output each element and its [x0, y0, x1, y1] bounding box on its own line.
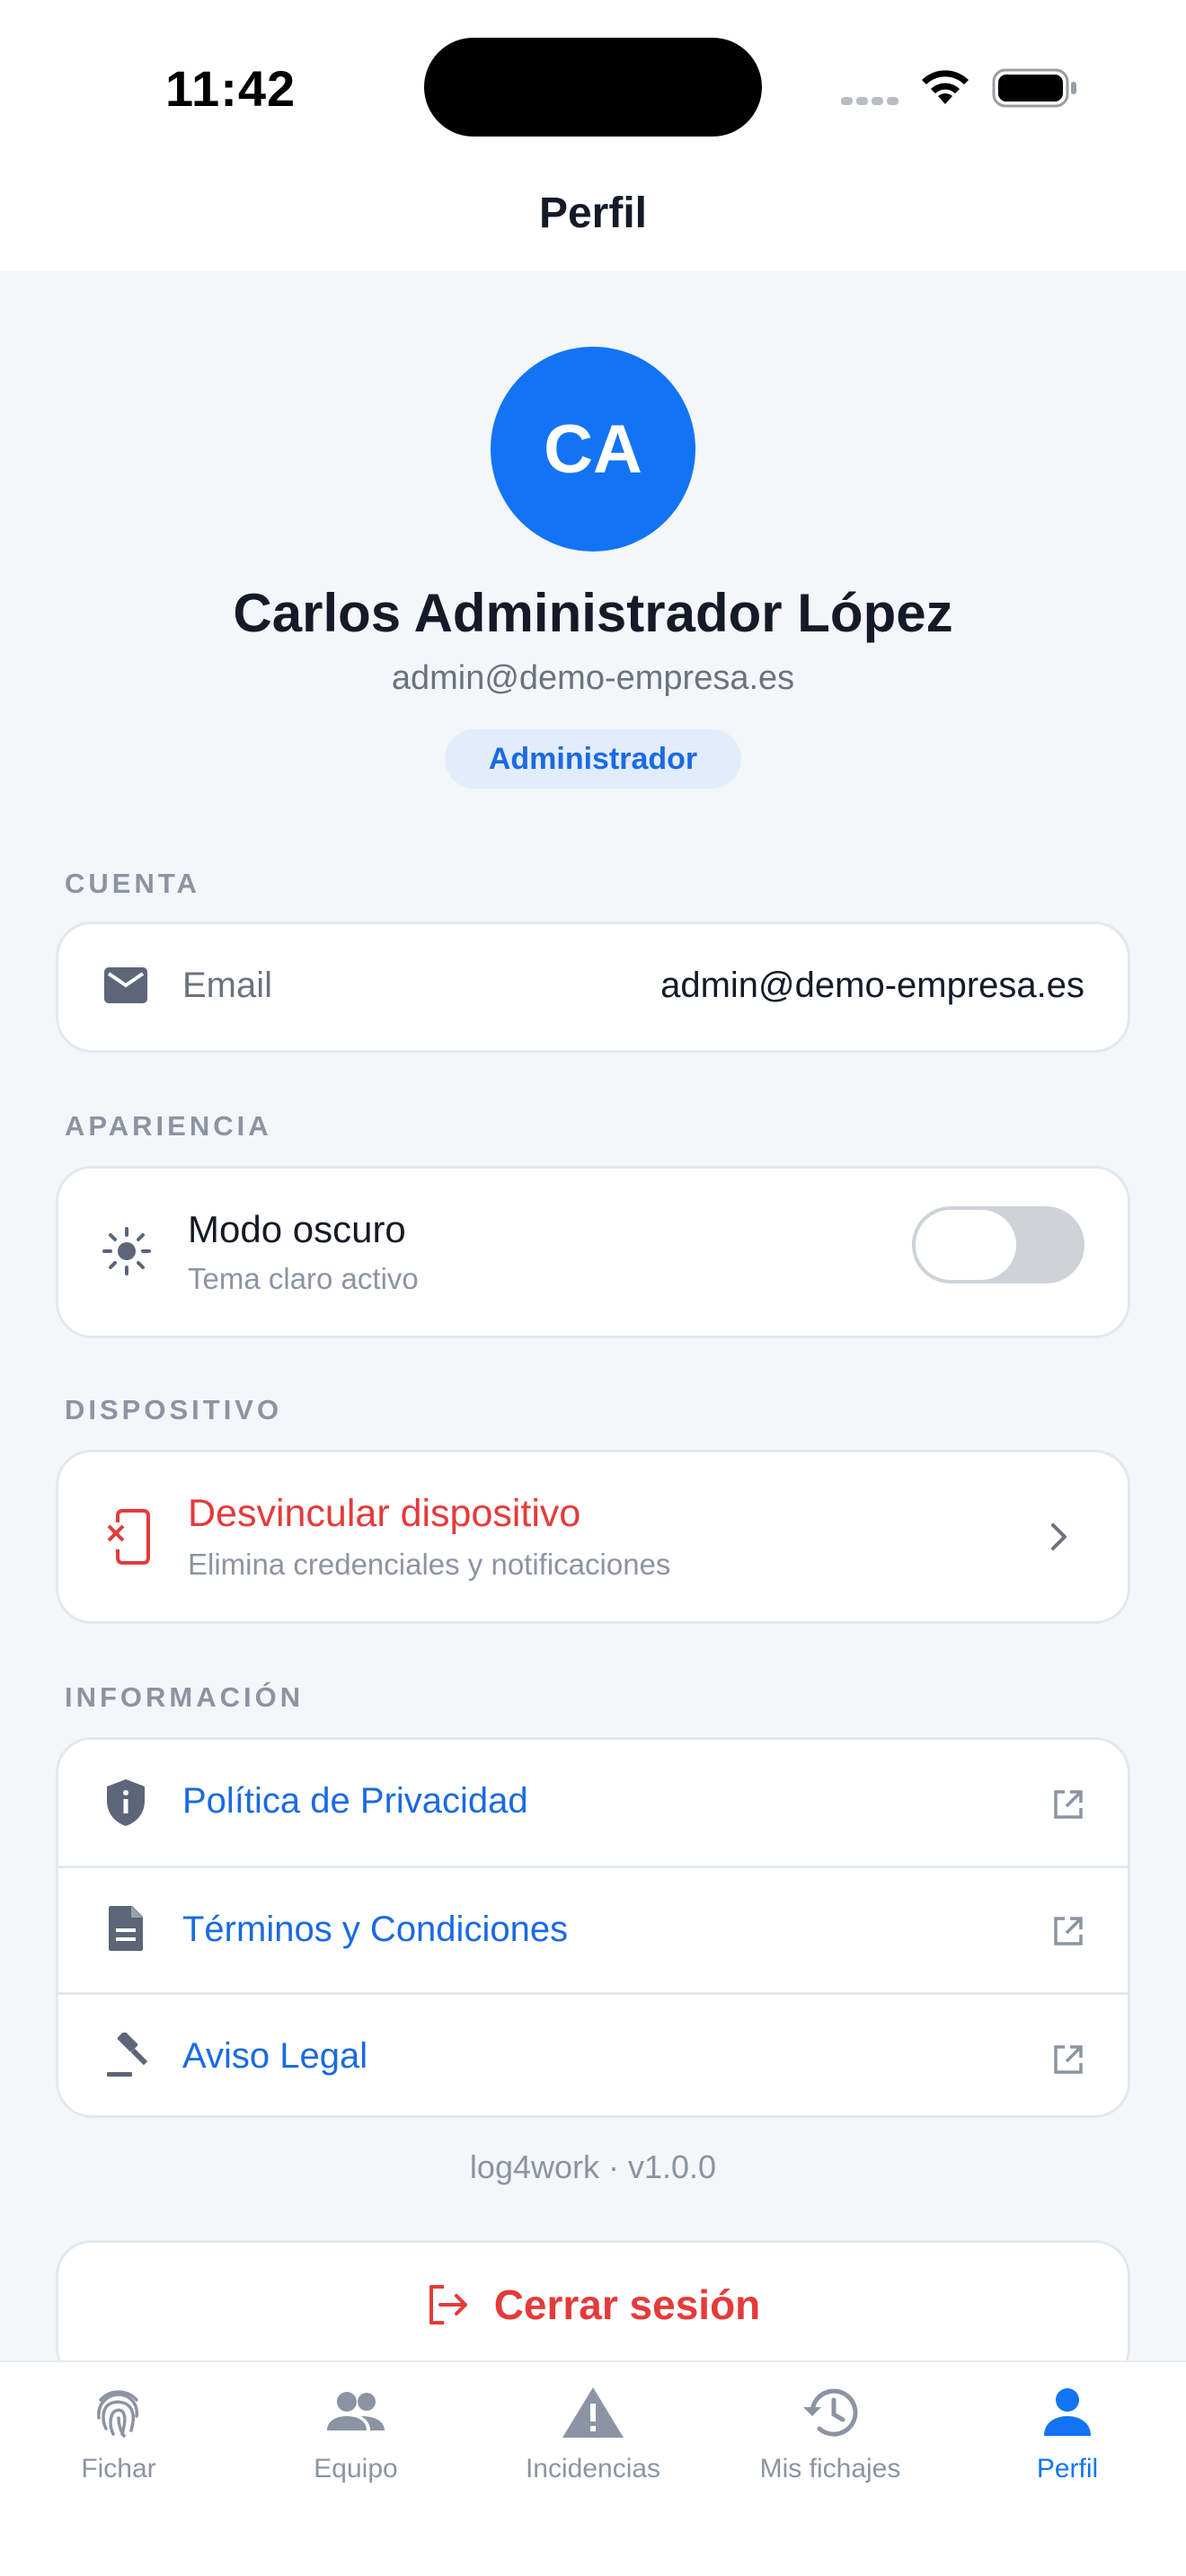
account-card: Email admin@demo-empresa.es: [56, 922, 1130, 1053]
user-email: admin@demo-empresa.es: [391, 659, 795, 697]
page-title: Perfil: [538, 190, 648, 237]
appearance-card: Modo oscuro Tema claro activo: [56, 1166, 1130, 1338]
nav-header: Perfil: [0, 171, 1186, 271]
dynamic-island: [424, 38, 762, 137]
tab-fichar[interactable]: Fichar: [0, 2384, 237, 2484]
tab-label: Equipo: [314, 2454, 398, 2483]
section-label-device: DISPOSITIVO: [65, 1394, 283, 1425]
external-link-icon: [1054, 1917, 1083, 1945]
unlink-device-title: Desvincular dispositivo: [188, 1492, 581, 1535]
tab-label: Fichar: [81, 2454, 156, 2483]
toggle-knob: [916, 1210, 1016, 1280]
unlink-device-subtitle: Elimina credenciales y notificaciones: [188, 1548, 671, 1581]
logout-content: Cerrar sesión: [58, 2280, 1128, 2329]
unlink-device-row[interactable]: Desvincular dispositivo Elimina credenci…: [58, 1452, 1128, 1621]
logout-label: Cerrar sesión: [493, 2281, 761, 2328]
dark-mode-subtitle: Tema claro activo: [188, 1262, 419, 1295]
section-label-appearance: APARIENCIA: [65, 1110, 272, 1142]
team-icon: [327, 2392, 385, 2430]
shield-icon: [107, 1779, 145, 1826]
tab-label: Incidencias: [525, 2454, 661, 2483]
tab-label: Mis fichajes: [759, 2454, 901, 2483]
tab-perfil[interactable]: Perfil: [949, 2384, 1186, 2484]
chevron-right-icon: [1051, 1523, 1067, 1550]
wifi-icon: [922, 70, 969, 104]
dark-mode-row[interactable]: Modo oscuro Tema claro activo: [58, 1169, 1128, 1336]
user-name: Carlos Administrador López: [233, 583, 953, 643]
phone-unlink-icon: [105, 1509, 150, 1565]
dark-mode-toggle[interactable]: [912, 1206, 1084, 1284]
mail-icon: [104, 967, 147, 1003]
info-card: Política de Privacidad Términos y Condic…: [56, 1737, 1130, 2118]
battery-icon: [992, 68, 1076, 108]
tab-bar: Fichar Equipo Incidencias Mis fichajes P…: [0, 2360, 1186, 2576]
person-icon: [1044, 2388, 1091, 2436]
external-link-icon: [1054, 1790, 1083, 1819]
tab-label: Perfil: [1036, 2454, 1099, 2483]
status-bar: 11:42: [0, 0, 1186, 171]
legal-notice-link: Aviso Legal: [182, 2036, 368, 2076]
logout-icon: [429, 2285, 467, 2325]
role-badge: Administrador: [445, 729, 741, 789]
fingerprint-icon: [97, 2390, 138, 2438]
document-icon: [109, 1906, 143, 1951]
app-version: log4work · v1.0.0: [469, 2148, 717, 2185]
tab-equipo[interactable]: Equipo: [237, 2384, 474, 2484]
device-card: Desvincular dispositivo Elimina credenci…: [56, 1450, 1130, 1624]
dark-mode-title: Modo oscuro: [188, 1208, 406, 1250]
section-label-info: INFORMACIÓN: [65, 1681, 305, 1713]
history-icon: [803, 2388, 858, 2437]
section-label-account: CUENTA: [65, 868, 200, 899]
terms-link: Términos y Condiciones: [182, 1910, 569, 1949]
privacy-policy-row[interactable]: Política de Privacidad: [58, 1740, 1128, 1866]
avatar: CA: [491, 347, 695, 551]
tab-incidencias[interactable]: Incidencias: [474, 2384, 712, 2484]
warning-icon: [562, 2387, 624, 2438]
privacy-policy-link: Política de Privacidad: [182, 1781, 528, 1821]
sun-icon: [102, 1227, 151, 1275]
email-row: Email admin@demo-empresa.es: [58, 924, 1128, 1050]
status-time: 11:42: [165, 60, 296, 117]
terms-row[interactable]: Términos y Condiciones: [58, 1868, 1128, 1992]
email-value: admin@demo-empresa.es: [660, 966, 1084, 1005]
gavel-icon: [107, 2033, 148, 2077]
external-link-icon: [1054, 2045, 1083, 2074]
role-badge-label: Administrador: [488, 741, 698, 776]
tab-mis-fichajes[interactable]: Mis fichajes: [712, 2384, 949, 2484]
legal-notice-row[interactable]: Aviso Legal: [58, 1995, 1128, 2115]
email-label: Email: [182, 966, 273, 1005]
avatar-initials: CA: [544, 410, 642, 488]
cellular-signal-icon: [841, 93, 902, 110]
